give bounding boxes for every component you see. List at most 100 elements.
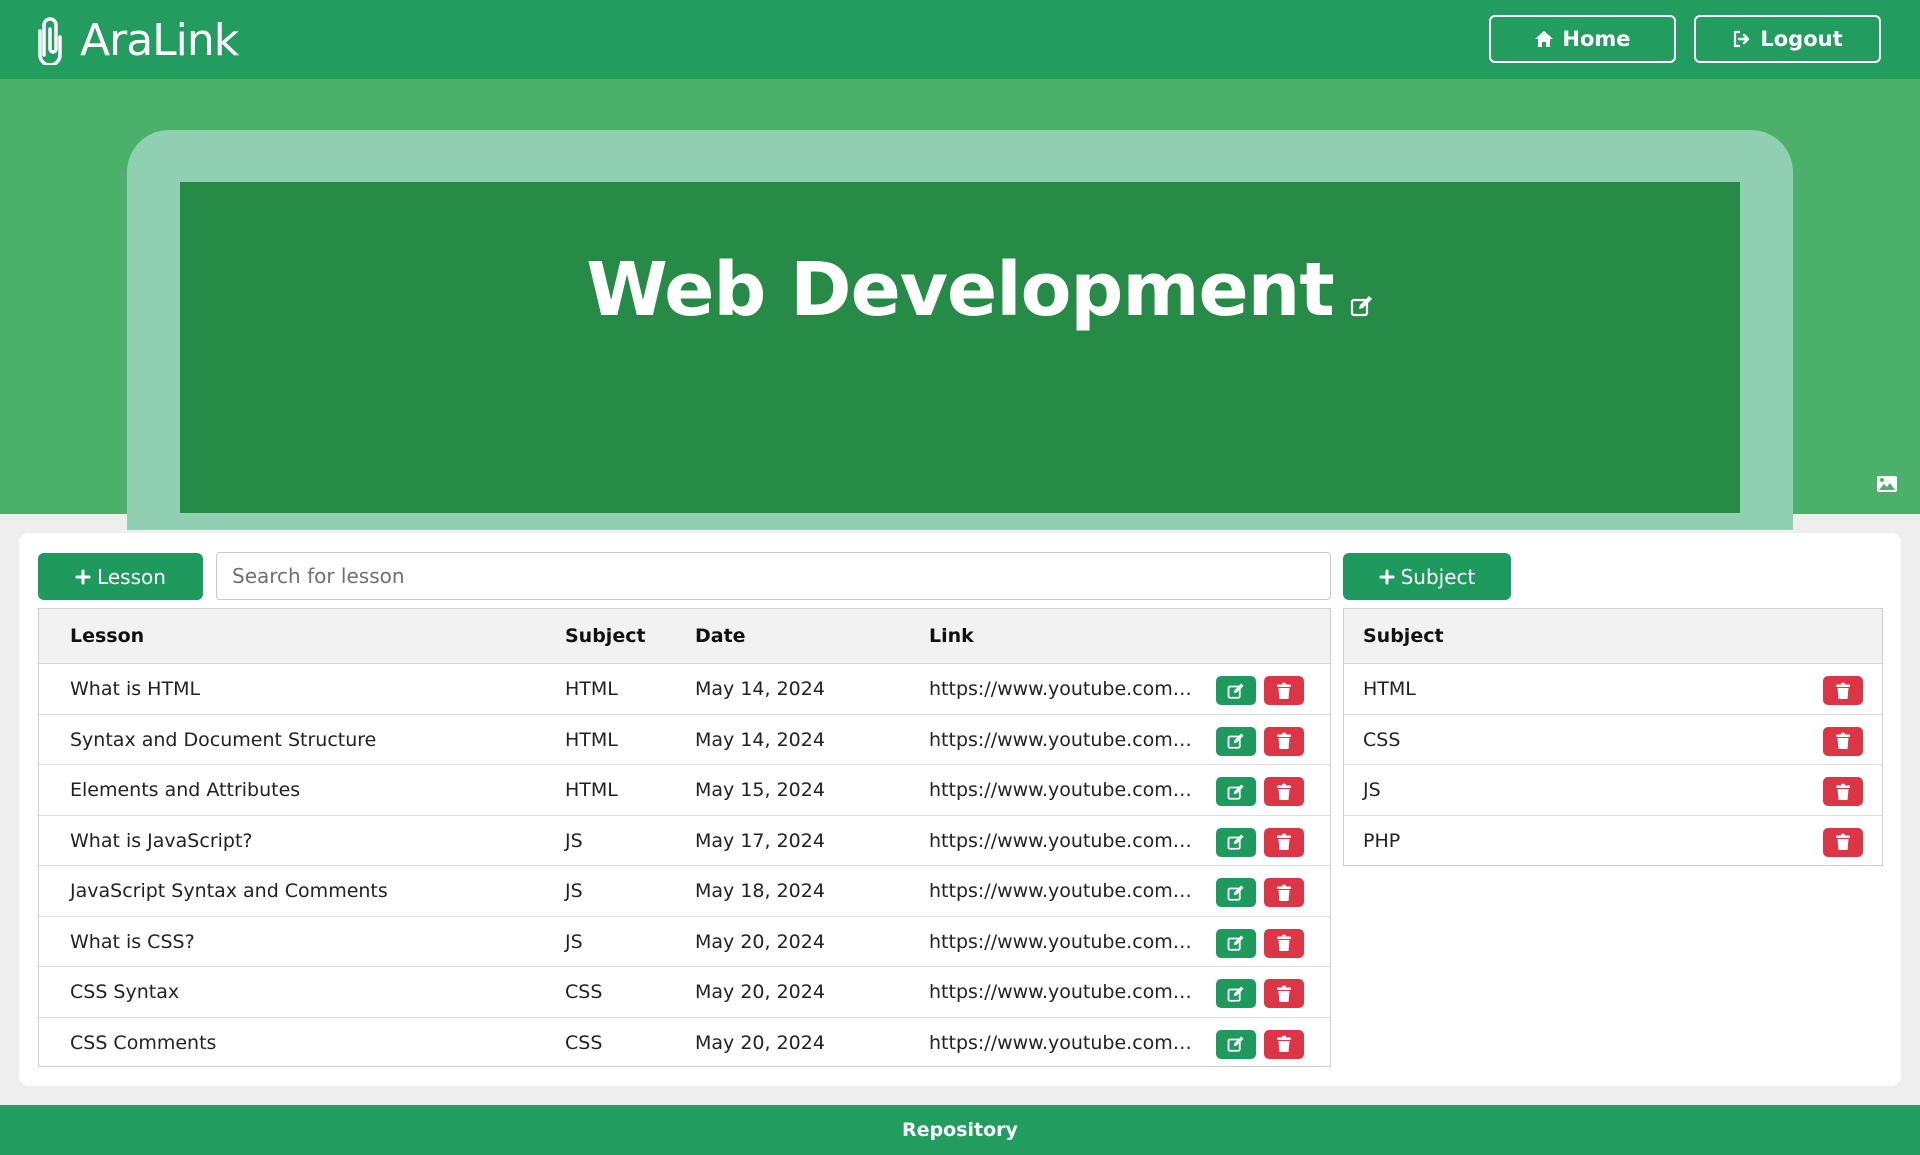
trash-icon [1277,783,1291,800]
edit-lesson-button[interactable] [1216,827,1256,857]
trash-icon [1277,934,1291,951]
delete-lesson-button[interactable] [1264,827,1304,857]
subject-row: PHP [1344,816,1882,867]
edit-lesson-button[interactable] [1216,777,1256,806]
trash-icon [1277,833,1291,850]
column-header-subject: Subject [565,625,646,647]
trash-icon [1277,985,1291,1002]
lesson-row: What is HTML HTML May 14, 2024 https://www.… [39,664,1330,715]
edit-icon [1227,1036,1244,1052]
lesson-date: May 18, 2024 [695,880,825,902]
repository-link[interactable]: Repository [902,1119,1018,1141]
lesson-search-input[interactable] [216,552,1331,600]
lesson-link[interactable]: https://www.youtube.com/... [929,678,1195,700]
plus-icon [1379,569,1395,584]
delete-subject-button[interactable] [1823,676,1863,705]
lesson-name: What is CSS? [70,930,195,953]
edit-icon[interactable] [1350,294,1374,318]
lesson-row: Elements and Attributes HTML May 15, 2024 h… [39,765,1330,816]
edit-lesson-button[interactable] [1216,726,1256,756]
home-icon [1535,31,1554,47]
lesson-subject: HTML [565,678,618,700]
subjects-table-header: Subject [1344,609,1882,664]
add-lesson-button[interactable]: Lesson [38,553,203,600]
edit-lesson-button[interactable] [1216,878,1256,907]
lessons-table: Lesson Subject Date Link What is HTML HTM… [38,608,1331,1067]
lesson-link[interactable]: https://www.youtube.com/... [929,1032,1195,1054]
lesson-row: What is CSS? JS May 20, 2024 https://www.yo… [39,917,1330,967]
column-header-subject: Subject [1363,625,1444,647]
lessons-table-body: What is HTML HTML May 14, 2024 https://www.… [39,664,1330,1068]
add-subject-button[interactable]: Subject [1343,553,1511,600]
delete-lesson-button[interactable] [1264,726,1304,756]
lesson-row: What is JavaScript? JS May 17, 2024 https:/… [39,816,1330,866]
trash-icon [1277,682,1291,699]
banner-image: Web Development [180,182,1740,513]
edit-icon [1227,885,1244,901]
trash-icon [1277,1035,1291,1052]
lesson-name: CSS Syntax [70,981,180,1003]
course-banner: Web Development [0,79,1920,530]
logout-button[interactable]: Logout [1694,15,1881,63]
home-button[interactable]: Home [1489,15,1676,63]
lesson-link[interactable]: https://www.youtube.com/... [929,830,1195,852]
subject-name: PHP [1363,829,1401,852]
delete-subject-button[interactable] [1823,827,1863,857]
edit-icon [1227,784,1244,800]
delete-lesson-button[interactable] [1264,928,1304,958]
lesson-name: Elements and Attributes [70,779,301,801]
footer: Repository [0,1105,1920,1155]
lesson-subject: CSS [565,1031,603,1054]
subject-name: CSS [1363,728,1401,751]
delete-lesson-button[interactable] [1264,676,1304,705]
trash-icon [1277,884,1291,901]
edit-lesson-button[interactable] [1216,979,1256,1008]
paperclip-icon [38,17,62,65]
lesson-link[interactable]: https://www.youtube.com/... [929,729,1195,751]
lesson-name: JavaScript Syntax and Comments [70,880,388,902]
edit-lesson-button[interactable] [1216,1029,1256,1059]
lesson-row: JavaScript Syntax and Comments JS May 18, … [39,866,1330,917]
lesson-link[interactable]: https://www.youtube.com/... [929,880,1195,902]
delete-lesson-button[interactable] [1264,979,1304,1008]
lesson-date: May 20, 2024 [695,981,825,1003]
lesson-date: May 20, 2024 [695,1031,825,1054]
delete-lesson-button[interactable] [1264,1029,1304,1059]
delete-subject-button[interactable] [1823,726,1863,756]
lesson-name: What is JavaScript? [70,829,253,852]
brand-logo[interactable]: AraLink [34,12,239,68]
delete-lesson-button[interactable] [1264,878,1304,907]
banner-frame: Web Development [127,130,1793,530]
subject-row: HTML [1344,664,1882,715]
edit-lesson-button[interactable] [1216,676,1256,705]
trash-icon [1836,833,1850,850]
lesson-subject: CSS [565,981,603,1003]
lesson-row: CSS Comments CSS May 20, 2024 https://www.y… [39,1018,1330,1069]
edit-lesson-button[interactable] [1216,928,1256,958]
column-header-link: Link [929,625,974,647]
lesson-date: May 17, 2024 [695,829,825,852]
lesson-date: May 14, 2024 [695,678,825,700]
logout-icon [1734,30,1750,48]
navbar: AraLink Home Logout [0,0,1920,79]
edit-icon [1227,935,1244,951]
main-card: Lesson Subject Lesson Subject Date Link … [19,533,1901,1086]
add-subject-label: Subject [1400,564,1476,589]
trash-icon [1836,783,1850,800]
delete-lesson-button[interactable] [1264,777,1304,806]
lesson-subject: JS [565,829,583,852]
edit-icon [1227,834,1244,850]
subject-name: JS [1363,779,1381,801]
lesson-subject: HTML [565,728,618,751]
lesson-name: What is HTML [70,678,201,700]
logout-label: Logout [1760,27,1843,51]
lesson-link[interactable]: https://www.youtube.com/... [929,981,1195,1003]
edit-icon [1227,683,1244,699]
lesson-link[interactable]: https://www.youtube.com/... [929,779,1195,801]
add-lesson-label: Lesson [97,564,166,589]
column-header-date: Date [695,625,746,647]
course-title: Web Development [586,247,1334,333]
lesson-link[interactable]: https://www.youtube.com/... [929,931,1195,953]
image-icon[interactable] [1876,475,1898,493]
delete-subject-button[interactable] [1823,777,1863,806]
